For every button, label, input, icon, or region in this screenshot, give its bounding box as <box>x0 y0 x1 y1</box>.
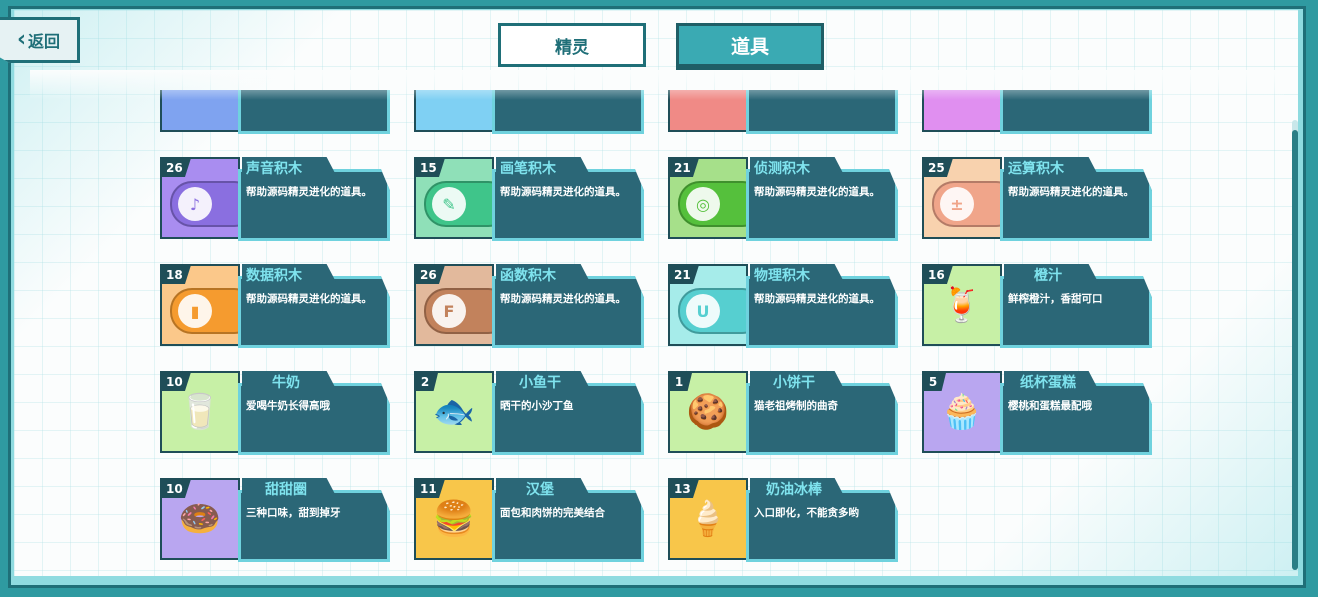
item-body <box>1000 169 1152 241</box>
item-image: ✎ 15 <box>414 157 494 239</box>
item-body <box>238 276 390 348</box>
item-card[interactable]: 🐟 2 小鱼干晒干的小沙丁鱼 <box>414 371 646 457</box>
item-description: 帮助源码精灵进化的道具。 <box>1008 186 1134 198</box>
item-description: 帮助源码精灵进化的道具。 <box>754 293 880 305</box>
item-count-badge: 25 <box>924 159 953 177</box>
item-body <box>492 276 644 348</box>
chevron-left-icon: ‹ <box>16 27 27 52</box>
item-name: 运算积木 <box>1008 161 1064 177</box>
operator-icon: ± <box>932 181 1000 227</box>
item-card[interactable]: ◎ 21 侦测积木帮助源码精灵进化的道具。 <box>668 157 900 243</box>
item-card[interactable]: 🍪 1 小饼干猫老祖烤制的曲奇 <box>668 371 900 457</box>
item-body <box>1000 383 1152 455</box>
item-card[interactable]: 🧁 5 纸杯蛋糕樱桃和蛋糕最配哦 <box>922 371 1154 457</box>
function-icon: F <box>424 288 492 334</box>
item-card[interactable]: U 21 物理积木帮助源码精灵进化的道具。 <box>668 264 900 350</box>
item-body <box>492 383 644 455</box>
item-image: ◎ 21 <box>668 157 748 239</box>
item-count-badge: 26 <box>416 266 445 284</box>
item-name: 橙汁 <box>1034 268 1062 284</box>
item-image: 🐟 2 <box>414 371 494 453</box>
item-body <box>238 490 390 562</box>
item-body <box>746 169 898 241</box>
item-body <box>746 490 898 562</box>
tab-items[interactable]: 道具 <box>676 23 824 67</box>
item-image: U 21 <box>668 264 748 346</box>
item-card[interactable]: ▮ 18 数据积木帮助源码精灵进化的道具。 <box>160 264 392 350</box>
item-body <box>492 169 644 241</box>
item-name: 纸杯蛋糕 <box>1020 375 1076 391</box>
item-image: 🥛 10 <box>160 371 240 453</box>
item-name: 小鱼干 <box>519 375 561 391</box>
pen-icon: ✎ <box>424 181 492 227</box>
item-name: 函数积木 <box>500 268 556 284</box>
item-name: 小饼干 <box>773 375 815 391</box>
item-image: 🍔 11 <box>414 478 494 560</box>
back-button[interactable]: ‹ 返回 <box>0 17 80 63</box>
item-description: 帮助源码精灵进化的道具。 <box>500 293 626 305</box>
item-name: 侦测积木 <box>754 161 810 177</box>
scrollbar[interactable] <box>1292 120 1298 570</box>
item-body <box>492 490 644 562</box>
scrollbar-thumb[interactable] <box>1292 130 1298 570</box>
item-count-badge: 18 <box>162 266 191 284</box>
item-description: 帮助源码精灵进化的道具。 <box>246 186 372 198</box>
item-count-badge: 21 <box>670 159 699 177</box>
item-name: 数据积木 <box>246 268 302 284</box>
item-image: F 26 <box>414 264 494 346</box>
item-description: 帮助源码精灵进化的道具。 <box>754 186 880 198</box>
item-description: 樱桃和蛋糕最配哦 <box>1008 400 1092 412</box>
data-icon: ▮ <box>170 288 238 334</box>
tab-sprites[interactable]: 精灵 <box>498 23 646 67</box>
item-description: 晒干的小沙丁鱼 <box>500 400 574 412</box>
item-card[interactable]: ♪ 26 声音积木帮助源码精灵进化的道具。 <box>160 157 392 243</box>
item-card[interactable]: 🍩 10 甜甜圈三种口味，甜到掉牙 <box>160 478 392 564</box>
item-count-badge: 26 <box>162 159 191 177</box>
item-name: 画笔积木 <box>500 161 556 177</box>
item-description: 鲜榨橙汁，香甜可口 <box>1008 293 1103 305</box>
item-name: 物理积木 <box>754 268 810 284</box>
item-description: 猫老祖烤制的曲奇 <box>754 400 838 412</box>
item-description: 帮助源码精灵进化的道具。 <box>246 293 372 305</box>
item-card[interactable]: ✎ 15 画笔积木帮助源码精灵进化的道具。 <box>414 157 646 243</box>
scroll-fade <box>30 70 1284 100</box>
sensing-icon: ◎ <box>678 181 746 227</box>
item-image: 🍪 1 <box>668 371 748 453</box>
item-name: 声音积木 <box>246 161 302 177</box>
item-description: 三种口味，甜到掉牙 <box>246 507 341 519</box>
item-image: 🍦 13 <box>668 478 748 560</box>
item-image: 🍹 16 <box>922 264 1002 346</box>
item-body <box>1000 276 1152 348</box>
back-label: 返回 <box>28 32 61 51</box>
item-card[interactable]: 🍔 11 汉堡面包和肉饼的完美结合 <box>414 478 646 564</box>
item-card[interactable]: F 26 函数积木帮助源码精灵进化的道具。 <box>414 264 646 350</box>
item-body <box>746 383 898 455</box>
item-name: 奶油冰棒 <box>766 482 822 498</box>
microphone-icon: ♪ <box>170 181 238 227</box>
item-body <box>746 276 898 348</box>
item-name: 汉堡 <box>526 482 554 498</box>
item-description: 面包和肉饼的完美结合 <box>500 507 605 519</box>
item-image: ±25 <box>922 157 1002 239</box>
item-body <box>238 383 390 455</box>
physics-icon: U <box>678 288 746 334</box>
item-name: 牛奶 <box>272 375 300 391</box>
item-image: 🧁 5 <box>922 371 1002 453</box>
item-count-badge: 21 <box>670 266 699 284</box>
item-image: ♪ 26 <box>160 157 240 239</box>
item-image: 🍩 10 <box>160 478 240 560</box>
item-body <box>238 169 390 241</box>
item-description: 帮助源码精灵进化的道具。 <box>500 186 626 198</box>
item-card[interactable]: ±25 运算积木帮助源码精灵进化的道具。 <box>922 157 1154 243</box>
item-image: ▮ 18 <box>160 264 240 346</box>
item-description: 爱喝牛奶长得高哦 <box>246 400 330 412</box>
item-name: 甜甜圈 <box>265 482 307 498</box>
item-description: 入口即化，不能贪多哟 <box>754 507 859 519</box>
item-count-badge: 15 <box>416 159 445 177</box>
item-card[interactable]: 🍦 13 奶油冰棒入口即化，不能贪多哟 <box>668 478 900 564</box>
item-card[interactable]: 🥛 10 牛奶爱喝牛奶长得高哦 <box>160 371 392 457</box>
item-card[interactable]: 🍹 16 橙汁鲜榨橙汁，香甜可口 <box>922 264 1154 350</box>
